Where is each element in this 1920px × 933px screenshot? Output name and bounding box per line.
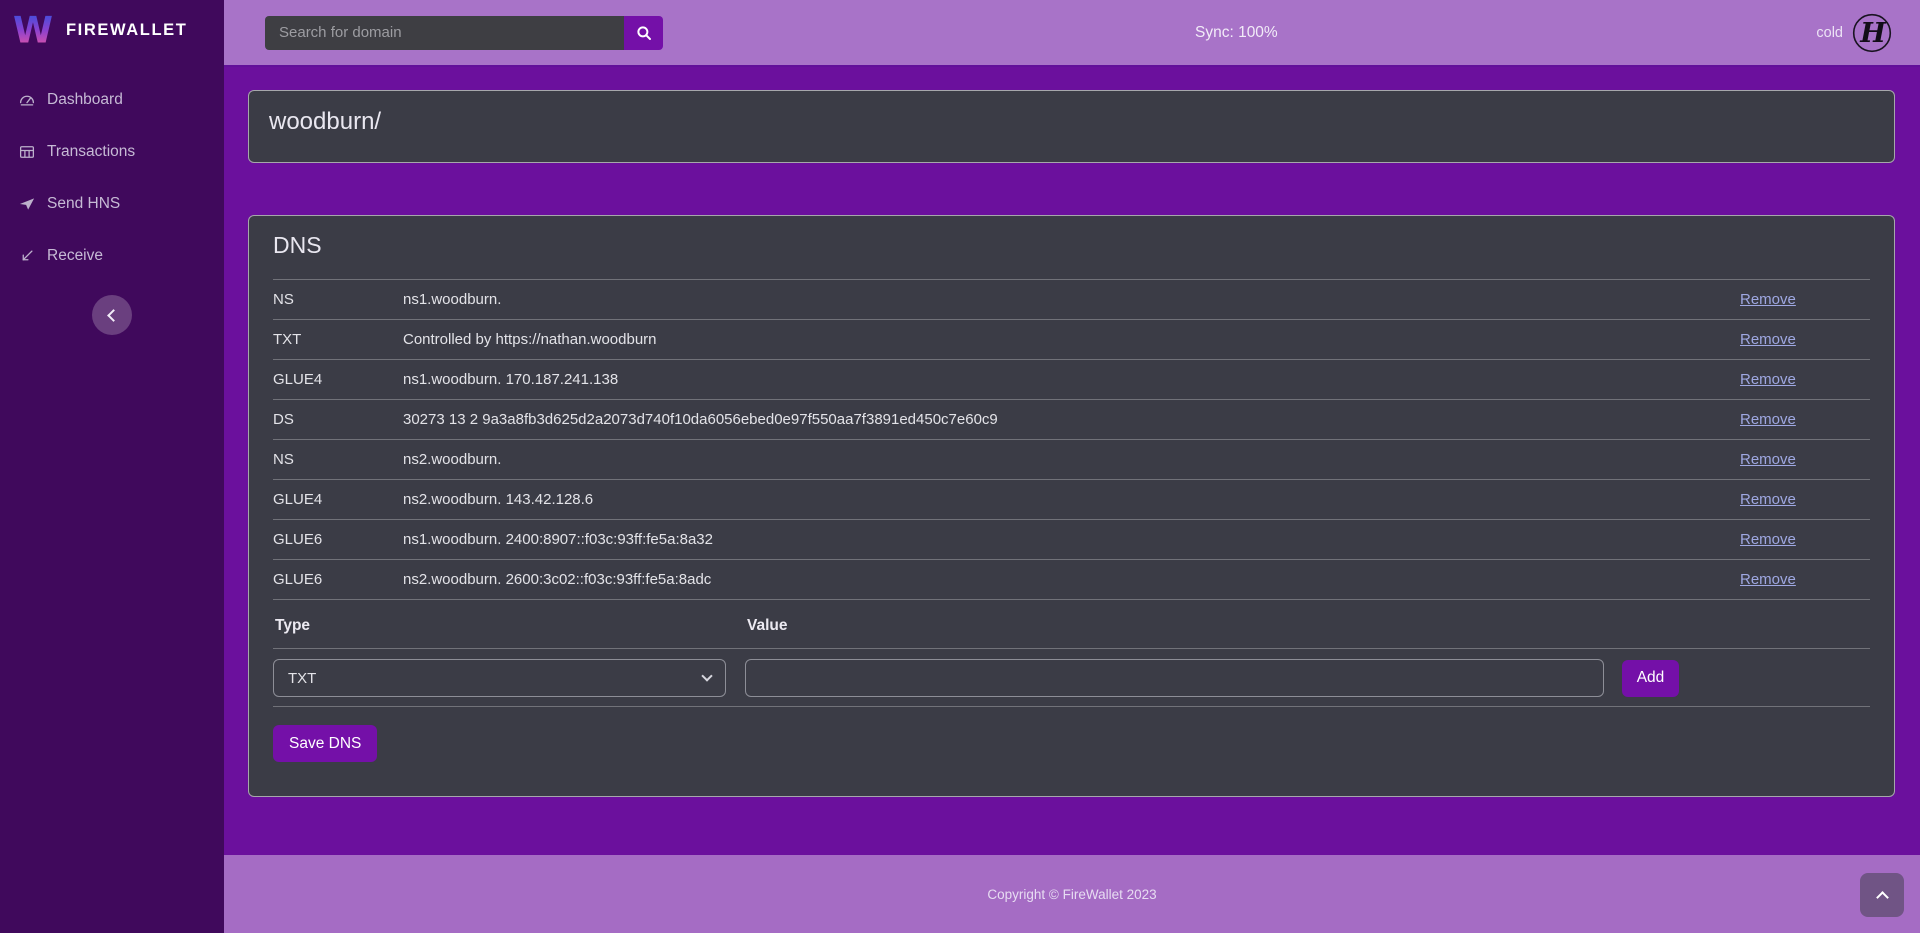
copyright-text: Copyright © FireWallet 2023: [987, 887, 1156, 902]
brand-name: FIREWALLET: [66, 21, 187, 40]
record-value: ns1.woodburn. 2400:8907::f03c:93ff:fe5a:…: [403, 520, 1740, 560]
dns-record-row: GLUE4 ns1.woodburn. 170.187.241.138 Remo…: [273, 360, 1870, 400]
svg-text:H: H: [1859, 18, 1887, 49]
main-content: woodburn/ DNS NS ns1.woodburn. Remove TX…: [224, 67, 1920, 855]
sidebar-item-label: Transactions: [47, 143, 135, 161]
remove-link[interactable]: Remove: [1740, 411, 1796, 428]
remove-link[interactable]: Remove: [1740, 451, 1796, 468]
dns-table-body: NS ns1.woodburn. Remove TXT Controlled b…: [273, 280, 1870, 600]
domain-title-card: woodburn/: [248, 90, 1895, 163]
domain-search: [265, 16, 663, 50]
record-type: GLUE6: [273, 560, 403, 600]
record-type: GLUE4: [273, 480, 403, 520]
record-value: 30273 13 2 9a3a8fb3d625d2a2073d740f10da6…: [403, 400, 1740, 440]
record-value: ns2.woodburn.: [403, 440, 1740, 480]
record-action-cell: Remove: [1740, 360, 1870, 400]
sidebar-item-receive[interactable]: Receive: [0, 230, 224, 282]
table-icon: [18, 143, 36, 161]
sidebar-item-label: Dashboard: [47, 91, 123, 109]
search-button[interactable]: [624, 16, 663, 50]
sidebar-item-label: Receive: [47, 247, 103, 265]
record-value: ns2.woodburn. 143.42.128.6: [403, 480, 1740, 520]
record-value: Controlled by https://nathan.woodburn: [403, 320, 1740, 360]
record-value: ns2.woodburn. 2600:3c02::f03c:93ff:fe5a:…: [403, 560, 1740, 600]
add-record-button[interactable]: Add: [1622, 660, 1679, 697]
handshake-icon: H: [1852, 13, 1892, 53]
dns-add-record-form: TXT Add: [273, 649, 1870, 707]
gauge-icon: [18, 91, 36, 109]
dns-record-row: DS 30273 13 2 9a3a8fb3d625d2a2073d740f10…: [273, 400, 1870, 440]
selected-record-type: TXT: [288, 670, 316, 687]
search-icon: [635, 24, 653, 42]
dns-record-row: GLUE6 ns1.woodburn. 2400:8907::f03c:93ff…: [273, 520, 1870, 560]
wallet-name: cold: [1816, 25, 1843, 41]
type-column-header: Type: [273, 617, 745, 635]
record-type: GLUE6: [273, 520, 403, 560]
record-type: NS: [273, 280, 403, 320]
wallet-indicator[interactable]: cold H: [1816, 13, 1892, 53]
chevron-up-icon: [1876, 891, 1889, 904]
value-column-header: Value: [745, 617, 788, 635]
record-action-cell: Remove: [1740, 440, 1870, 480]
search-input[interactable]: [265, 16, 624, 50]
sidebar-collapse-button[interactable]: [92, 295, 132, 335]
sidebar-item-label: Send HNS: [47, 195, 120, 213]
record-action-cell: Remove: [1740, 520, 1870, 560]
sidebar-item-transactions[interactable]: Transactions: [0, 126, 224, 178]
dns-form-headers: Type Value: [273, 600, 1870, 649]
record-type: GLUE4: [273, 360, 403, 400]
record-action-cell: Remove: [1740, 400, 1870, 440]
dns-record-row: TXT Controlled by https://nathan.woodbur…: [273, 320, 1870, 360]
remove-link[interactable]: Remove: [1740, 531, 1796, 548]
scroll-to-top-button[interactable]: [1860, 873, 1904, 917]
sync-status: Sync: 100%: [1195, 24, 1278, 42]
record-type: DS: [273, 400, 403, 440]
record-action-cell: Remove: [1740, 280, 1870, 320]
dns-record-row: GLUE4 ns2.woodburn. 143.42.128.6 Remove: [273, 480, 1870, 520]
remove-link[interactable]: Remove: [1740, 491, 1796, 508]
svg-text:W: W: [13, 9, 53, 51]
record-action-cell: Remove: [1740, 480, 1870, 520]
record-action-cell: Remove: [1740, 320, 1870, 360]
record-type-select[interactable]: TXT: [273, 659, 726, 697]
sidebar-nav: Dashboard Transactions Send HNS: [0, 74, 224, 282]
dns-section-title: DNS: [273, 232, 1870, 259]
dns-card: DNS NS ns1.woodburn. Remove TXT Controll…: [248, 215, 1895, 797]
sidebar-item-dashboard[interactable]: Dashboard: [0, 74, 224, 126]
dns-record-row: GLUE6 ns2.woodburn. 2600:3c02::f03c:93ff…: [273, 560, 1870, 600]
receive-icon: [18, 247, 36, 265]
remove-link[interactable]: Remove: [1740, 331, 1796, 348]
chevron-down-icon: [701, 670, 712, 681]
record-type: TXT: [273, 320, 403, 360]
firewallet-logo-icon: W: [12, 9, 54, 51]
sidebar-item-send-hns[interactable]: Send HNS: [0, 178, 224, 230]
remove-link[interactable]: Remove: [1740, 371, 1796, 388]
save-dns-button[interactable]: Save DNS: [273, 725, 377, 762]
dns-record-row: NS ns2.woodburn. Remove: [273, 440, 1870, 480]
page-title: woodburn/: [269, 108, 1874, 136]
remove-link[interactable]: Remove: [1740, 291, 1796, 308]
record-value: ns1.woodburn.: [403, 280, 1740, 320]
chevron-left-icon: [107, 309, 120, 322]
record-value-input[interactable]: [745, 659, 1604, 697]
record-value: ns1.woodburn. 170.187.241.138: [403, 360, 1740, 400]
sidebar: W FIREWALLET Dashboard Transactions: [0, 0, 224, 933]
send-icon: [18, 195, 36, 213]
footer: Copyright © FireWallet 2023: [224, 855, 1920, 933]
record-action-cell: Remove: [1740, 560, 1870, 600]
remove-link[interactable]: Remove: [1740, 571, 1796, 588]
app-root: W FIREWALLET Dashboard Transactions: [0, 0, 1920, 933]
brand: W FIREWALLET: [0, 0, 224, 60]
dns-records-table: NS ns1.woodburn. Remove TXT Controlled b…: [273, 279, 1870, 600]
dns-record-row: NS ns1.woodburn. Remove: [273, 280, 1870, 320]
record-type: NS: [273, 440, 403, 480]
topbar: Sync: 100% cold H: [224, 0, 1920, 67]
